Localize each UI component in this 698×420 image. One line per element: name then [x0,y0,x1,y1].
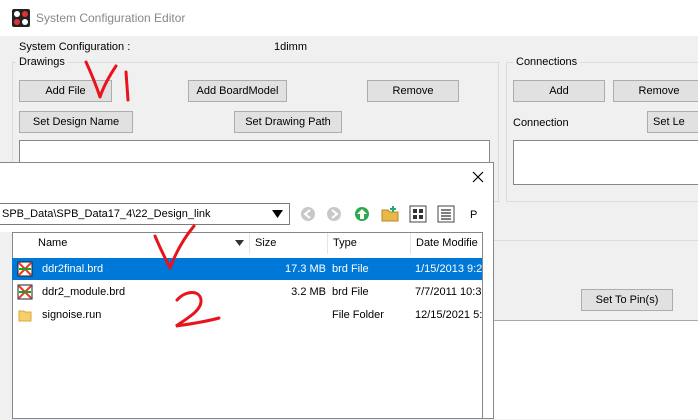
connections-group-label: Connections [513,56,581,68]
sort-down-icon [235,240,244,246]
file-date: 1/15/2013 9:2 [415,263,482,275]
folder-icon [18,310,32,322]
file-type: brd File [332,286,369,298]
up-folder-icon[interactable] [352,204,372,224]
path-text: SPB_Data\SPB_Data17_4\22_Design_link [2,208,211,220]
connections-add-button[interactable]: Add [513,80,605,102]
column-header-date-label: Date Modifie [416,237,478,249]
new-folder-icon[interactable] [380,204,400,224]
system-config-value: 1dimm [274,41,308,53]
column-header-date[interactable]: Date Modifie [411,233,482,254]
add-file-button[interactable]: Add File [19,80,112,102]
add-board-model-button[interactable]: Add BoardModel [188,80,287,102]
brd-file-icon [17,261,33,277]
drawings-remove-button[interactable]: Remove [367,80,459,102]
file-name: ddr2_module.brd [42,286,126,298]
chevron-down-icon[interactable] [272,210,283,218]
column-header-name[interactable]: Name [33,233,250,254]
file-name: ddr2final.brd [42,263,104,275]
back-icon[interactable] [298,204,318,224]
path-combo[interactable]: SPB_Data\SPB_Data17_4\22_Design_link [0,203,290,225]
file-date: 7/7/2011 10:3 [415,286,482,298]
set-drawing-path-button[interactable]: Set Drawing Path [234,111,342,133]
file-name: signoise.run [42,309,102,321]
lower-list[interactable] [494,320,698,419]
file-row-selected[interactable]: ddr2final.brd 17.3 MB brd File 1/15/2013… [12,258,482,280]
connection-label: Connection [513,117,569,129]
view-details-icon[interactable] [436,204,456,224]
file-type: brd File [332,263,369,275]
set-to-pins-button[interactable]: Set To Pin(s) [581,289,673,311]
file-date: 12/15/2021 5: [415,309,482,321]
file-row[interactable]: ddr2_module.brd 3.2 MB brd File 7/7/2011… [12,281,482,303]
close-icon[interactable] [472,171,484,183]
file-list-left-gutter [0,232,12,419]
column-header-size[interactable]: Size [250,233,328,254]
title-bar: System Configuration Editor [0,0,698,36]
file-size: 17.3 MB [285,263,326,275]
drawings-group-label: Drawings [16,56,68,68]
column-header-size-label: Size [255,237,277,249]
forward-icon[interactable] [324,204,344,224]
column-header-type-label: Type [333,237,357,249]
system-config-label: System Configuration : [19,41,131,53]
view-grid-icon[interactable] [408,204,428,224]
brd-file-icon [17,284,33,300]
connections-list[interactable] [513,140,698,185]
connections-remove-button[interactable]: Remove [613,80,698,102]
window-title: System Configuration Editor [36,11,186,25]
file-type: File Folder [332,309,384,321]
file-size: 3.2 MB [291,286,326,298]
set-design-name-button[interactable]: Set Design Name [19,111,133,133]
set-le-button[interactable]: Set Le [647,111,698,133]
view-menu-letter[interactable]: P [470,209,477,221]
column-header-name-label: Name [38,237,68,249]
file-row[interactable]: signoise.run File Folder 12/15/2021 5: [12,304,482,326]
column-header-type[interactable]: Type [328,233,411,254]
app-logo-icon [12,9,30,27]
